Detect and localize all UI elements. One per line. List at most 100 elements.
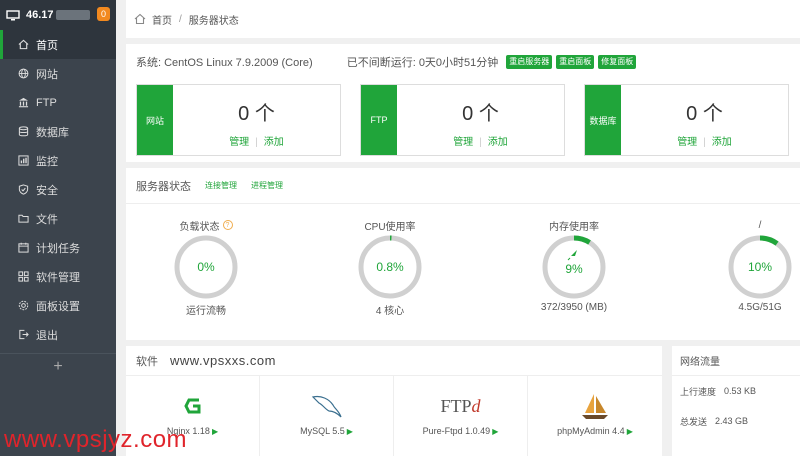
gauge-foot: 4 核心 bbox=[375, 306, 405, 317]
stat-tag: 网站 bbox=[137, 85, 173, 155]
gauge-ring: 9% bbox=[542, 235, 606, 299]
sidebar-item-monitor[interactable]: 监控 bbox=[0, 146, 116, 175]
ftpd-logo-icon: FTP d bbox=[394, 386, 527, 426]
software-name: MySQL 5.5 bbox=[300, 426, 345, 436]
stat-links: 管理 | 添加 bbox=[397, 133, 564, 148]
restart-panel-button[interactable]: 重启面板 bbox=[556, 55, 595, 69]
logout-icon bbox=[19, 329, 29, 340]
software-item-phpmyadmin[interactable]: phpMyAdmin 4.4 ▶ bbox=[528, 376, 662, 456]
status-header: 服务器状态 连接管理 进程管理 bbox=[126, 168, 800, 204]
stat-count: 0 个 bbox=[238, 103, 275, 125]
process-manage-link[interactable]: 进程管理 bbox=[251, 180, 283, 191]
breadcrumb-separator: / bbox=[179, 13, 182, 25]
sidebar-item-logout[interactable]: 退出 bbox=[0, 320, 116, 349]
gauge-ring: 0.8% bbox=[358, 235, 422, 299]
software-panel: 软件 www.vpsxxs.com Nginx 1.18 ▶ MySQL 5.5 ▶… bbox=[126, 346, 662, 456]
play-icon[interactable]: ▶ bbox=[492, 427, 498, 436]
sidebar-item-ftp[interactable]: FTP bbox=[0, 88, 116, 117]
system-info: 系统: CentOS Linux 7.9.2009 (Core) 已不间断运行:… bbox=[136, 54, 637, 70]
manage-link[interactable]: 管理 bbox=[453, 137, 473, 148]
home-icon bbox=[18, 39, 29, 50]
sidebar-item-settings[interactable]: 面板设置 bbox=[0, 291, 116, 320]
sidebar-item-files[interactable]: 文件 bbox=[0, 204, 116, 233]
gauge-value: 0.8% bbox=[376, 260, 404, 274]
stat-tag: FTP bbox=[361, 85, 397, 155]
sidebar-item-label: 首页 bbox=[36, 39, 58, 52]
add-link[interactable]: 添加 bbox=[264, 137, 284, 148]
add-link[interactable]: 添加 bbox=[488, 137, 508, 148]
gauge-title: / bbox=[758, 219, 762, 231]
system-panel: 系统: CentOS Linux 7.9.2009 (Core) 已不间断运行:… bbox=[126, 44, 800, 162]
ftpd-logo-text: FTP bbox=[440, 395, 472, 416]
sidebar-item-label: FTP bbox=[36, 96, 57, 109]
gauge-title: CPU使用率 bbox=[364, 221, 416, 233]
sidebar-item-label: 文件 bbox=[36, 213, 58, 226]
calendar-icon bbox=[18, 242, 29, 253]
gauge-foot: 372/3950 (MB) bbox=[540, 302, 608, 313]
home-icon[interactable] bbox=[134, 13, 146, 25]
sidebar-header: 46.17 0 bbox=[0, 0, 116, 30]
network-row-upload: 上行速度 0.53 KB bbox=[672, 376, 800, 406]
gauge-ring: 0% bbox=[174, 235, 238, 299]
gauge-value: 10% bbox=[748, 260, 772, 274]
stat-card-database: 数据库 0 个 管理 | 添加 bbox=[584, 84, 789, 156]
manage-link[interactable]: 管理 bbox=[677, 137, 697, 148]
network-label: 总发送 bbox=[680, 416, 708, 427]
ftp-icon bbox=[18, 97, 29, 108]
server-ip: 46.17 bbox=[26, 9, 54, 21]
rocket-icon[interactable] bbox=[567, 250, 577, 261]
network-title: 网络流量 bbox=[672, 346, 800, 376]
ip-mask bbox=[55, 10, 90, 20]
connection-manage-link[interactable]: 连接管理 bbox=[205, 180, 237, 191]
sidebar-item-label: 面板设置 bbox=[36, 300, 80, 313]
sidebar: 46.17 0 首页 网站 FTP 数据库 监控 安全 文件 计划任务 软件管理 bbox=[0, 0, 116, 456]
gear-icon bbox=[18, 300, 29, 311]
software-header: 软件 www.vpsxxs.com bbox=[126, 346, 662, 376]
network-label: 上行速度 bbox=[680, 386, 717, 397]
link-divider: | bbox=[703, 137, 706, 148]
gauge-load[interactable]: 负载状态? 0% 运行流畅 bbox=[156, 218, 256, 317]
play-icon[interactable]: ▶ bbox=[627, 427, 633, 436]
mysql-dolphin-icon bbox=[311, 395, 342, 418]
stat-count: 0 个 bbox=[462, 103, 499, 125]
play-icon[interactable]: ▶ bbox=[212, 427, 218, 436]
globe-icon bbox=[18, 68, 29, 79]
software-name: Pure-Ftpd 1.0.49 bbox=[422, 426, 491, 436]
database-icon bbox=[18, 126, 29, 137]
sidebar-item-label: 安全 bbox=[36, 184, 58, 197]
monitor-icon bbox=[6, 9, 20, 20]
sidebar-item-home[interactable]: 首页 bbox=[0, 30, 116, 59]
sidebar-item-cron[interactable]: 计划任务 bbox=[0, 233, 116, 262]
restart-server-button[interactable]: 重启服务器 bbox=[506, 55, 553, 69]
message-badge[interactable]: 0 bbox=[97, 7, 110, 21]
add-button[interactable]: + bbox=[0, 353, 116, 379]
play-icon[interactable]: ▶ bbox=[347, 427, 353, 436]
stat-links: 管理 | 添加 bbox=[621, 133, 788, 148]
gauge-ring: 10% bbox=[728, 235, 792, 299]
sidebar-item-security[interactable]: 安全 bbox=[0, 175, 116, 204]
network-value: 0.53 KB bbox=[724, 386, 757, 396]
sidebar-item-database[interactable]: 数据库 bbox=[0, 117, 116, 146]
sailboat-icon bbox=[582, 394, 608, 419]
software-item-pureftpd[interactable]: FTP d Pure-Ftpd 1.0.49 ▶ bbox=[394, 376, 528, 456]
gauge-value: 9% bbox=[565, 262, 583, 276]
breadcrumb-home[interactable]: 首页 bbox=[152, 12, 172, 27]
manage-link[interactable]: 管理 bbox=[229, 137, 249, 148]
stat-tag: 数据库 bbox=[585, 85, 621, 155]
software-item-mysql[interactable]: MySQL 5.5 ▶ bbox=[260, 376, 394, 456]
sidebar-item-label: 计划任务 bbox=[36, 242, 80, 255]
sidebar-item-label: 软件管理 bbox=[36, 271, 80, 284]
status-title: 服务器状态 bbox=[136, 180, 191, 193]
add-link[interactable]: 添加 bbox=[712, 137, 732, 148]
sidebar-item-website[interactable]: 网站 bbox=[0, 59, 116, 88]
sidebar-item-software[interactable]: 软件管理 bbox=[0, 262, 116, 291]
gauge-disk[interactable]: / 10% 4.5G/51G bbox=[710, 218, 800, 313]
network-panel: 网络流量 上行速度 0.53 KB 总发送 2.43 GB bbox=[672, 346, 800, 456]
nginx-logo-icon bbox=[183, 398, 200, 414]
network-value: 2.43 GB bbox=[715, 416, 749, 426]
help-icon[interactable]: ? bbox=[222, 220, 233, 230]
gauge-title: 负载状态 bbox=[179, 221, 220, 233]
repair-panel-button[interactable]: 修复面板 bbox=[598, 55, 637, 69]
gauge-cpu[interactable]: CPU使用率 0.8% 4 核心 bbox=[340, 218, 440, 317]
gauge-memory[interactable]: 内存使用率 9% 372/3950 (MB) bbox=[524, 218, 624, 314]
